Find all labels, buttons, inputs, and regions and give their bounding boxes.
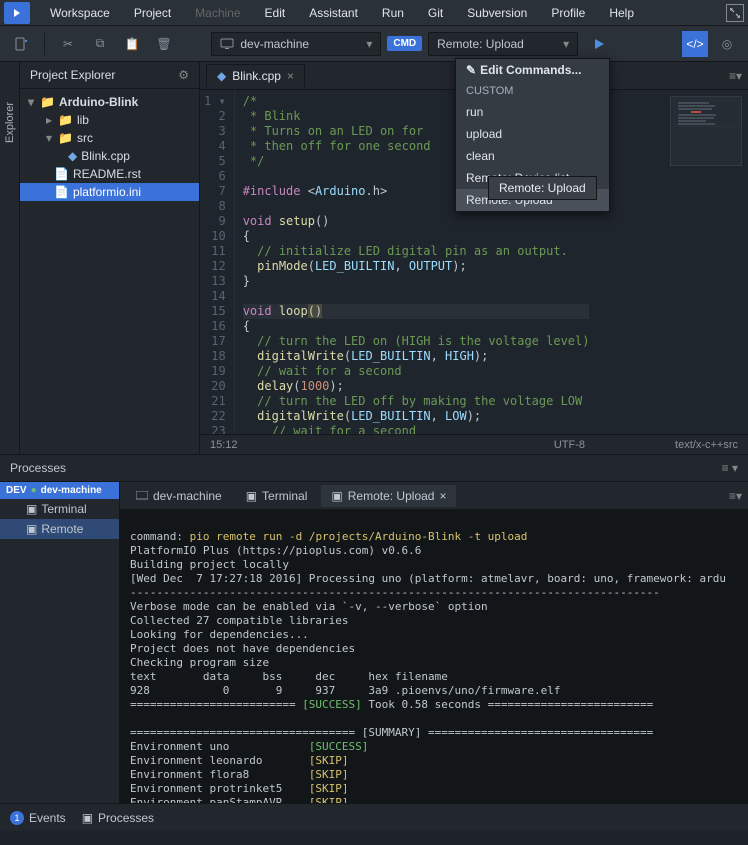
- command-label: command:: [130, 530, 183, 543]
- gear-icon[interactable]: ⚙: [178, 68, 189, 82]
- terminal-icon: ▣: [246, 489, 257, 503]
- dd-upload[interactable]: upload: [456, 123, 609, 145]
- paste-icon[interactable]: 📋: [119, 31, 145, 57]
- processes-button[interactable]: ▣ Processes: [82, 811, 154, 825]
- menubar: Workspace Project Machine Edit Assistant…: [0, 0, 748, 26]
- explorer-rail-label: Explorer: [4, 102, 16, 143]
- delete-icon[interactable]: 🗑: [151, 31, 177, 57]
- menu-machine[interactable]: Machine: [183, 0, 252, 26]
- terminal-icon: ▣: [331, 489, 342, 503]
- edit-commands-item[interactable]: ✎ Edit Commands...: [456, 59, 609, 81]
- bottombar: 1 Events ▣ Processes: [0, 803, 748, 831]
- tree-file-ini[interactable]: 📄 platformio.ini: [20, 183, 199, 201]
- explorer-title: Project Explorer: [30, 68, 115, 82]
- console-tab-remote[interactable]: ▣ Remote: Upload ×: [321, 485, 456, 507]
- tree-file-blink[interactable]: ◆ Blink.cpp: [20, 147, 199, 165]
- menu-subversion[interactable]: Subversion: [455, 0, 539, 26]
- events-badge: 1: [10, 811, 24, 825]
- encoding: UTF-8: [554, 439, 585, 451]
- console: dev-machine ▣ Terminal ▣ Remote: Upload …: [120, 482, 748, 803]
- menu-edit[interactable]: Edit: [253, 0, 298, 26]
- toolbar: ✂ ⧉ 📋 🗑 dev-machine CMD Remote: Upload <…: [0, 26, 748, 62]
- dd-clean[interactable]: clean: [456, 145, 609, 167]
- monitor-icon: [220, 38, 234, 50]
- events-button[interactable]: 1 Events: [10, 811, 66, 825]
- code-view-icon[interactable]: </>: [682, 31, 708, 57]
- tree-folder-src[interactable]: ▾📁 src: [20, 129, 199, 147]
- processes-header: Processes ≡ ▾: [0, 455, 748, 482]
- tree-file-readme[interactable]: 📄 README.rst: [20, 165, 199, 183]
- menu-run[interactable]: Run: [370, 0, 416, 26]
- menu-git[interactable]: Git: [416, 0, 455, 26]
- cpp-icon: ◆: [217, 69, 226, 83]
- close-icon[interactable]: ×: [439, 489, 446, 503]
- command-label: Remote: Upload: [437, 37, 524, 51]
- project-explorer: Project Explorer ⚙ ▾📁 Arduino-Blink ▸📁 l…: [20, 62, 200, 454]
- processes-tree: DEV ● dev-machine ▣ Terminal ▣ Remote: [0, 482, 120, 803]
- console-tab-dev[interactable]: dev-machine: [126, 485, 232, 507]
- monitor-icon: [136, 491, 148, 501]
- cmd-badge: CMD: [387, 36, 422, 51]
- console-tab-terminal[interactable]: ▣ Terminal: [236, 485, 318, 507]
- fullscreen-icon[interactable]: [726, 4, 744, 22]
- minimap[interactable]: [670, 96, 742, 166]
- cut-icon[interactable]: ✂: [55, 31, 81, 57]
- app-logo[interactable]: [4, 2, 30, 24]
- menu-project[interactable]: Project: [122, 0, 183, 26]
- copy-icon[interactable]: ⧉: [87, 31, 113, 57]
- machine-label: dev-machine: [240, 37, 309, 51]
- command-text: pio remote run -d /projects/Arduino-Blin…: [190, 530, 528, 543]
- pencil-icon: ✎: [466, 63, 476, 77]
- editor-statusbar: 15:12 UTF-8 text/x-c++src: [200, 434, 748, 454]
- panel-menu-icon[interactable]: ≡ ▾: [722, 461, 738, 475]
- console-output[interactable]: command: pio remote run -d /projects/Ard…: [120, 510, 748, 803]
- gutter: 1 ▾234 5678 9101112 13141516 17181920 21…: [200, 90, 235, 434]
- dd-run[interactable]: run: [456, 101, 609, 123]
- settings-icon[interactable]: ◎: [714, 31, 740, 57]
- custom-section-label: CUSTOM: [456, 81, 609, 101]
- close-icon[interactable]: ×: [287, 69, 294, 83]
- run-button[interactable]: [584, 32, 614, 56]
- processes-title: Processes: [10, 461, 66, 475]
- menu-assistant[interactable]: Assistant: [297, 0, 370, 26]
- menu-workspace[interactable]: Workspace: [38, 0, 122, 26]
- proc-tree-remote[interactable]: ▣ Remote: [0, 519, 119, 539]
- tree-folder-lib[interactable]: ▸📁 lib: [20, 111, 199, 129]
- menu-help[interactable]: Help: [597, 0, 646, 26]
- dev-machine-header[interactable]: DEV ● dev-machine: [0, 482, 119, 499]
- console-tabbar: dev-machine ▣ Terminal ▣ Remote: Upload …: [120, 482, 748, 510]
- terminal-icon: ▣: [26, 522, 37, 536]
- tab-menu-icon[interactable]: ≡▾: [729, 69, 742, 83]
- terminal-icon: ▣: [26, 502, 37, 516]
- menu-profile[interactable]: Profile: [539, 0, 597, 26]
- tree-root[interactable]: ▾📁 Arduino-Blink: [20, 93, 199, 111]
- tooltip: Remote: Upload: [488, 176, 597, 200]
- tab-menu-icon[interactable]: ≡▾: [729, 489, 742, 503]
- machine-select[interactable]: dev-machine: [211, 32, 381, 56]
- command-select[interactable]: Remote: Upload: [428, 32, 578, 56]
- explorer-rail[interactable]: Explorer: [0, 62, 20, 454]
- processes-panel: Processes ≡ ▾ DEV ● dev-machine ▣ Termin…: [0, 454, 748, 803]
- editor-tab-blink[interactable]: ◆ Blink.cpp ×: [206, 64, 305, 87]
- terminal-icon: ▣: [82, 811, 93, 825]
- cursor-position: 15:12: [210, 439, 238, 451]
- filetype: text/x-c++src: [675, 439, 738, 451]
- proc-tree-terminal[interactable]: ▣ Terminal: [0, 499, 119, 519]
- new-file-icon[interactable]: [8, 31, 34, 57]
- explorer-header: Project Explorer ⚙: [20, 62, 199, 89]
